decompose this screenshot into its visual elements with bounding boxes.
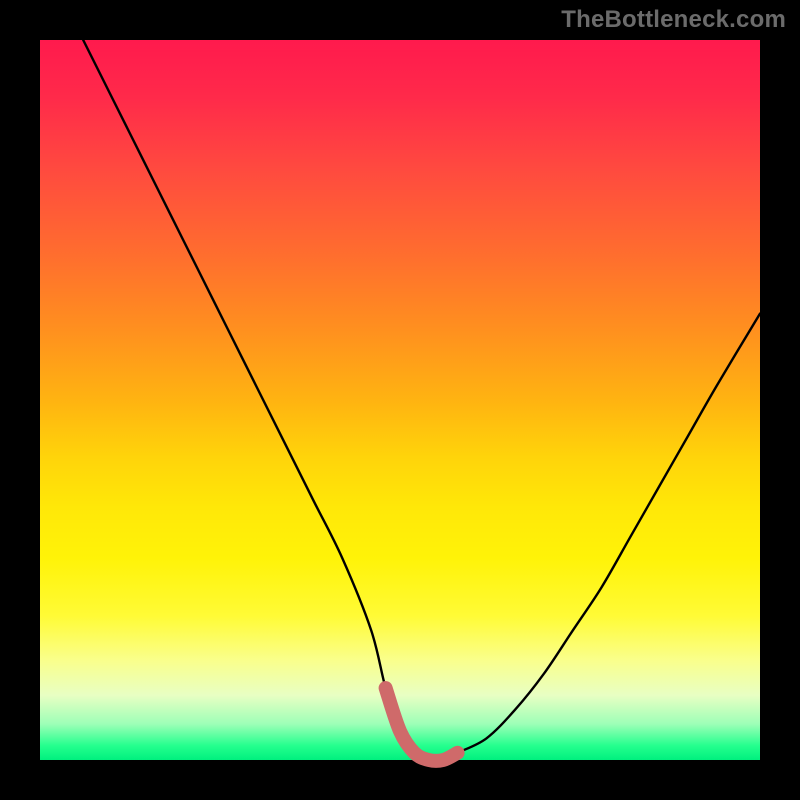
chart-frame: TheBottleneck.com (0, 0, 800, 800)
bottleneck-curve (40, 40, 760, 760)
curve-optimal-band (386, 688, 458, 761)
plot-area (40, 40, 760, 760)
curve-line (83, 40, 760, 761)
watermark-text: TheBottleneck.com (561, 6, 786, 34)
